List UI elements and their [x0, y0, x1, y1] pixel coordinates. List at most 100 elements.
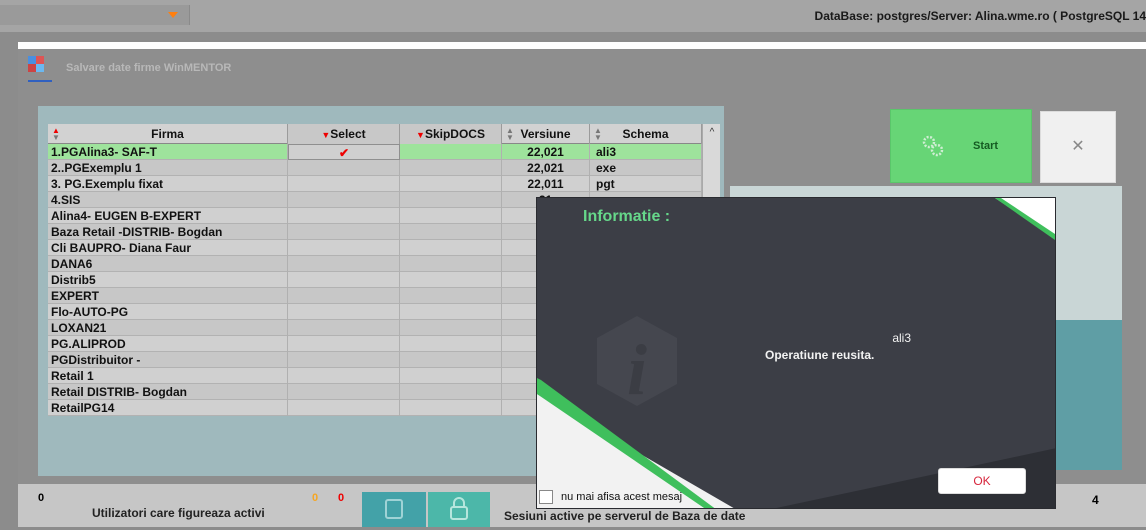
cell-firma: Flo-AUTO-PG	[48, 304, 288, 320]
cell-firma: 4.SIS	[48, 192, 288, 208]
cell-firma: Retail DISTRIB- Bogdan	[48, 384, 288, 400]
cell-skipdocs[interactable]	[400, 240, 502, 256]
cell-skipdocs[interactable]	[400, 144, 502, 160]
scroll-up-icon[interactable]: ^	[703, 124, 721, 142]
orange-count: 0	[312, 492, 319, 504]
cell-select-checkbox[interactable]	[288, 400, 400, 416]
header-firma[interactable]: ▲ ▼ Firma	[48, 124, 288, 144]
cell-firma: Retail 1	[48, 368, 288, 384]
cell-select-checkbox[interactable]	[288, 208, 400, 224]
left-count: 0	[38, 492, 45, 504]
ok-button[interactable]: OK	[938, 468, 1026, 494]
cell-skipdocs[interactable]	[400, 176, 502, 192]
users-icon	[385, 499, 403, 519]
header-select[interactable]: ▼Select	[288, 124, 400, 144]
dialog-corner-accent	[995, 198, 1055, 240]
cell-firma: 1.PGAlina3- SAF-T	[51, 145, 158, 159]
table-row[interactable]: 3. PG.Exemplu fixat 22,011 pgt	[48, 176, 702, 192]
cell-firma: Baza Retail -DISTRIB- Bogdan	[48, 224, 288, 240]
cell-firma: Cli BAUPRO- Diana Faur	[48, 240, 288, 256]
cell-skipdocs[interactable]	[400, 192, 502, 208]
gears-icon	[922, 135, 944, 157]
cell-skipdocs[interactable]	[400, 384, 502, 400]
sessions-count: 4	[1092, 493, 1099, 507]
cell-select-checkbox[interactable]	[288, 384, 400, 400]
cell-skipdocs[interactable]	[400, 320, 502, 336]
cell-firma: PG.ALIPROD	[48, 336, 288, 352]
cell-select-checkbox[interactable]	[288, 288, 400, 304]
close-icon: ✕	[1071, 138, 1085, 155]
table-row[interactable]: 2..PGExemplu 1 22,021 exe	[48, 160, 702, 176]
cell-firma: EXPERT	[48, 288, 288, 304]
cell-skipdocs[interactable]	[400, 352, 502, 368]
app-title: Salvare date firme WinMENTOR	[66, 62, 232, 74]
cell-versiune: 22,021	[502, 160, 590, 176]
cell-firma: DANA6	[48, 256, 288, 272]
cell-skipdocs[interactable]	[400, 304, 502, 320]
cell-skipdocs[interactable]	[400, 224, 502, 240]
cell-firma: 2..PGExemplu 1	[48, 160, 288, 176]
database-info: DataBase: postgres/Server: Alina.wme.ro …	[814, 9, 1146, 23]
cell-select-checkbox[interactable]	[288, 176, 400, 192]
cell-select-checkbox[interactable]	[288, 240, 400, 256]
cell-select-checkbox[interactable]	[288, 272, 400, 288]
top-dropdown[interactable]	[0, 5, 190, 25]
dont-show-checkbox[interactable]	[539, 490, 553, 504]
cell-firma: 3. PG.Exemplu fixat	[48, 176, 288, 192]
filter-arrow-icon: ▼	[416, 130, 425, 140]
header-skipdocs[interactable]: ▼SkipDOCS	[400, 124, 502, 144]
cell-select-checkbox[interactable]	[288, 192, 400, 208]
cell-versiune: 22,011	[502, 176, 590, 192]
cell-skipdocs[interactable]	[400, 208, 502, 224]
cell-skipdocs[interactable]	[400, 256, 502, 272]
cell-skipdocs[interactable]	[400, 400, 502, 416]
lock-button[interactable]	[428, 492, 490, 527]
info-dialog: i Informatie : ali3 Operatiune reusita. …	[536, 197, 1056, 509]
cell-schema: pgt	[590, 176, 702, 192]
app-logo-icon	[28, 56, 52, 82]
cell-firma: LOXAN21	[48, 320, 288, 336]
cell-select-checkbox[interactable]	[288, 352, 400, 368]
active-users-label: Utilizatori care figureaza activi	[92, 506, 265, 520]
cell-versiune: 22,021	[502, 144, 590, 160]
users-button[interactable]	[362, 492, 426, 527]
cell-skipdocs[interactable]	[400, 272, 502, 288]
cell-schema: exe	[590, 160, 702, 176]
cell-schema: ali3	[590, 144, 702, 160]
dont-show-label: nu mai afisa acest mesaj	[561, 491, 683, 503]
cell-firma: PGDistribuitor -	[48, 352, 288, 368]
cell-select-checkbox[interactable]: ✔	[288, 144, 400, 160]
cell-select-checkbox[interactable]	[288, 256, 400, 272]
cell-select-checkbox[interactable]	[288, 336, 400, 352]
lock-icon	[450, 497, 468, 520]
cell-select-checkbox[interactable]	[288, 304, 400, 320]
cell-select-checkbox[interactable]	[288, 368, 400, 384]
cell-select-checkbox[interactable]	[288, 160, 400, 176]
close-button[interactable]: ✕	[1040, 111, 1116, 183]
dialog-message-status: Operatiune reusita.	[765, 348, 875, 362]
sessions-label: Sesiuni active pe serverul de Baza de da…	[504, 509, 746, 523]
cell-firma: Distrib5	[48, 272, 288, 288]
cell-skipdocs[interactable]	[400, 288, 502, 304]
grid-header: ▲ ▼ Firma ▼Select ▼SkipDOCS ▲ ▼ Versiune ▲ ▼ S…	[48, 124, 702, 144]
cell-select-checkbox[interactable]	[288, 224, 400, 240]
start-button[interactable]: Start	[890, 109, 1032, 183]
start-label: Start	[973, 140, 999, 152]
filter-arrow-icon: ▼	[321, 130, 331, 140]
cell-firma: RetailPG14	[48, 400, 288, 416]
cell-select-checkbox[interactable]	[288, 320, 400, 336]
cell-skipdocs[interactable]	[400, 336, 502, 352]
dialog-title: Informatie :	[583, 208, 671, 225]
header-schema[interactable]: ▲ ▼ Schema	[590, 124, 702, 144]
dialog-message-schema: ali3	[892, 331, 911, 345]
cell-skipdocs[interactable]	[400, 368, 502, 384]
sort-icon: ▲ ▼	[594, 126, 602, 142]
cell-skipdocs[interactable]	[400, 160, 502, 176]
header-versiune[interactable]: ▲ ▼ Versiune	[502, 124, 590, 144]
cell-firma: Alina4- EUGEN B-EXPERT	[48, 208, 288, 224]
dropdown-arrow-icon[interactable]	[168, 12, 178, 18]
table-row[interactable]: 1.PGAlina3- SAF-T ✔ 22,021 ali3	[48, 144, 702, 160]
red-count: 0	[338, 492, 345, 504]
top-bar: DataBase: postgres/Server: Alina.wme.ro …	[0, 0, 1146, 32]
sort-icon: ▲ ▼	[506, 126, 514, 142]
